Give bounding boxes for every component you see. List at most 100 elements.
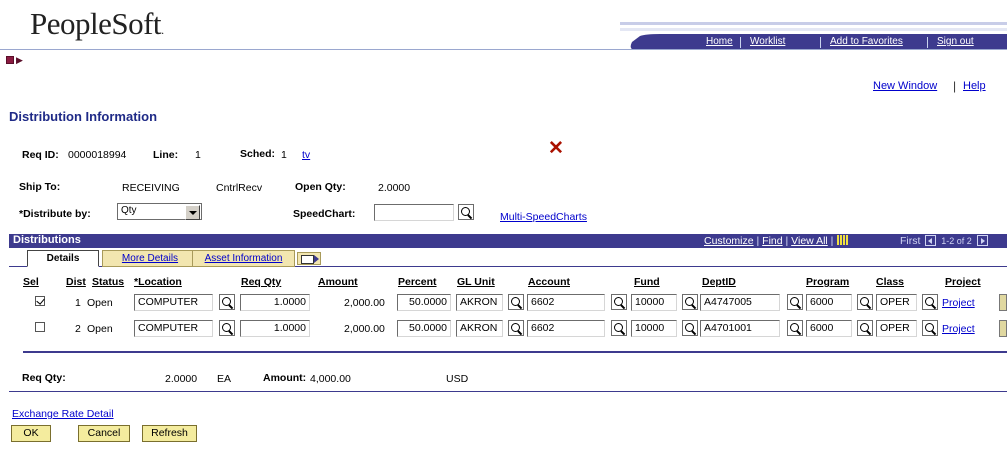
program-input[interactable]: 6000 — [806, 294, 852, 311]
total-req-qty-label: Req Qty: — [22, 372, 66, 384]
col-location[interactable]: *Location — [134, 276, 182, 288]
tab-details[interactable]: Details — [27, 250, 99, 267]
new-window-link[interactable]: New Window — [873, 80, 937, 92]
location-lookup-icon[interactable] — [219, 294, 235, 310]
header-navbar: Home Worklist Add to Favorites Sign out — [620, 22, 1007, 50]
find-link[interactable]: Find — [762, 235, 782, 247]
percent-input[interactable]: 50.0000 — [397, 320, 451, 337]
class-lookup-icon[interactable] — [922, 320, 938, 336]
help-link[interactable]: Help — [963, 80, 986, 92]
exchange-rate-detail-link[interactable]: Exchange Rate Detail — [12, 408, 114, 420]
view-all-link[interactable]: View All — [791, 235, 828, 247]
home-link[interactable]: Home — [706, 36, 733, 47]
distribute-by-value: Qty — [121, 205, 137, 216]
totals-divider — [9, 391, 1007, 392]
previous-icon[interactable] — [925, 235, 937, 246]
col-deptid[interactable]: DeptID — [702, 276, 736, 288]
req-qty-input[interactable]: 1.0000 — [240, 320, 310, 337]
dist-line: 1 — [75, 297, 81, 309]
col-req-qty[interactable]: Req Qty — [241, 276, 281, 288]
page-title: Distribution Information — [9, 109, 158, 124]
multi-speedcharts-link[interactable]: Multi-SpeedCharts — [500, 211, 587, 223]
col-project[interactable]: Project — [945, 276, 981, 288]
col-percent[interactable]: Percent — [398, 276, 437, 288]
col-class[interactable]: Class — [876, 276, 904, 288]
fund-input[interactable]: 10000 — [631, 320, 677, 337]
show-all-columns-icon[interactable] — [297, 252, 321, 265]
download-grid-icon[interactable] — [837, 235, 849, 245]
total-uom: EA — [217, 373, 232, 385]
total-amount-value: 4,000.00 — [310, 373, 351, 385]
req-qty-input[interactable]: 1.0000 — [240, 294, 310, 311]
account-lookup-icon[interactable] — [611, 294, 627, 310]
location-input[interactable]: COMPUTER — [134, 294, 213, 311]
fund-lookup-icon[interactable] — [682, 294, 698, 310]
percent-input[interactable]: 50.0000 — [397, 294, 451, 311]
sign-out-link[interactable]: Sign out — [937, 36, 974, 47]
header-divider — [0, 49, 1007, 50]
speedchart-label: SpeedChart: — [293, 208, 356, 220]
gl-unit-lookup-icon[interactable] — [508, 294, 524, 310]
worklist-link[interactable]: Worklist — [750, 36, 785, 47]
col-dist[interactable]: Dist — [66, 276, 86, 288]
project-link[interactable]: Project — [942, 323, 975, 335]
program-lookup-icon[interactable] — [857, 294, 873, 310]
first-link[interactable]: First — [900, 235, 920, 247]
ok-button[interactable]: OK — [11, 425, 51, 442]
sched-link[interactable]: tv — [302, 149, 310, 161]
deptid-lookup-icon[interactable] — [787, 320, 803, 336]
error-x-icon: ✕ — [548, 138, 564, 159]
class-input[interactable]: OPER — [876, 294, 917, 311]
cancel-button[interactable]: Cancel — [78, 425, 130, 442]
distribute-by-select[interactable]: Qty — [117, 203, 202, 220]
grid-tools: Customize | Find | View All | — [704, 235, 849, 247]
add-to-favorites-link[interactable]: Add to Favorites — [830, 36, 903, 47]
dist-line: 2 — [75, 323, 81, 335]
col-account[interactable]: Account — [528, 276, 570, 288]
row-action-button[interactable] — [999, 294, 1007, 311]
col-status[interactable]: Status — [92, 276, 124, 288]
class-lookup-icon[interactable] — [922, 294, 938, 310]
customize-link[interactable]: Customize — [704, 235, 754, 247]
col-gl-unit[interactable]: GL Unit — [457, 276, 495, 288]
menu-toggle-icon[interactable] — [6, 56, 14, 64]
account-lookup-icon[interactable] — [611, 320, 627, 336]
open-qty-label: Open Qty: — [295, 181, 346, 193]
fund-lookup-icon[interactable] — [682, 320, 698, 336]
speedchart-input[interactable] — [374, 204, 454, 221]
deptid-lookup-icon[interactable] — [787, 294, 803, 310]
menu-arrow-icon[interactable]: ▶ — [16, 55, 23, 66]
program-input[interactable]: 6000 — [806, 320, 852, 337]
chevron-down-icon[interactable] — [185, 205, 200, 220]
fund-input[interactable]: 10000 — [631, 294, 677, 311]
location-lookup-icon[interactable] — [219, 320, 235, 336]
col-program[interactable]: Program — [806, 276, 849, 288]
row-select-checkbox[interactable] — [35, 296, 45, 306]
line-label: Line: — [153, 149, 179, 161]
col-amount[interactable]: Amount — [318, 276, 358, 288]
ship-to-label: Ship To: — [19, 181, 61, 193]
ship-to-description: CntrlRecv — [216, 182, 263, 194]
tab-more-details[interactable]: More Details — [102, 250, 198, 267]
next-icon[interactable] — [976, 235, 988, 246]
gl-unit-input[interactable]: AKRON — [456, 294, 503, 311]
deptid-input[interactable]: A4701001 — [700, 320, 780, 337]
util-separator: | — [953, 79, 957, 93]
grid-title: Distributions — [13, 234, 81, 246]
row-action-button[interactable] — [999, 320, 1007, 337]
location-input[interactable]: COMPUTER — [134, 320, 213, 337]
tab-asset-information[interactable]: Asset Information — [192, 250, 295, 267]
program-lookup-icon[interactable] — [857, 320, 873, 336]
gl-unit-input[interactable]: AKRON — [456, 320, 503, 337]
deptid-input[interactable]: A4747005 — [700, 294, 780, 311]
account-input[interactable]: 6602 — [527, 320, 605, 337]
class-input[interactable]: OPER — [876, 320, 917, 337]
account-input[interactable]: 6602 — [527, 294, 605, 311]
col-fund[interactable]: Fund — [634, 276, 660, 288]
project-link[interactable]: Project — [942, 297, 975, 309]
row-select-checkbox[interactable] — [35, 322, 45, 332]
gl-unit-lookup-icon[interactable] — [508, 320, 524, 336]
speedchart-lookup-icon[interactable] — [458, 204, 474, 220]
col-sel[interactable]: Sel — [23, 276, 39, 288]
refresh-button[interactable]: Refresh — [142, 425, 197, 442]
